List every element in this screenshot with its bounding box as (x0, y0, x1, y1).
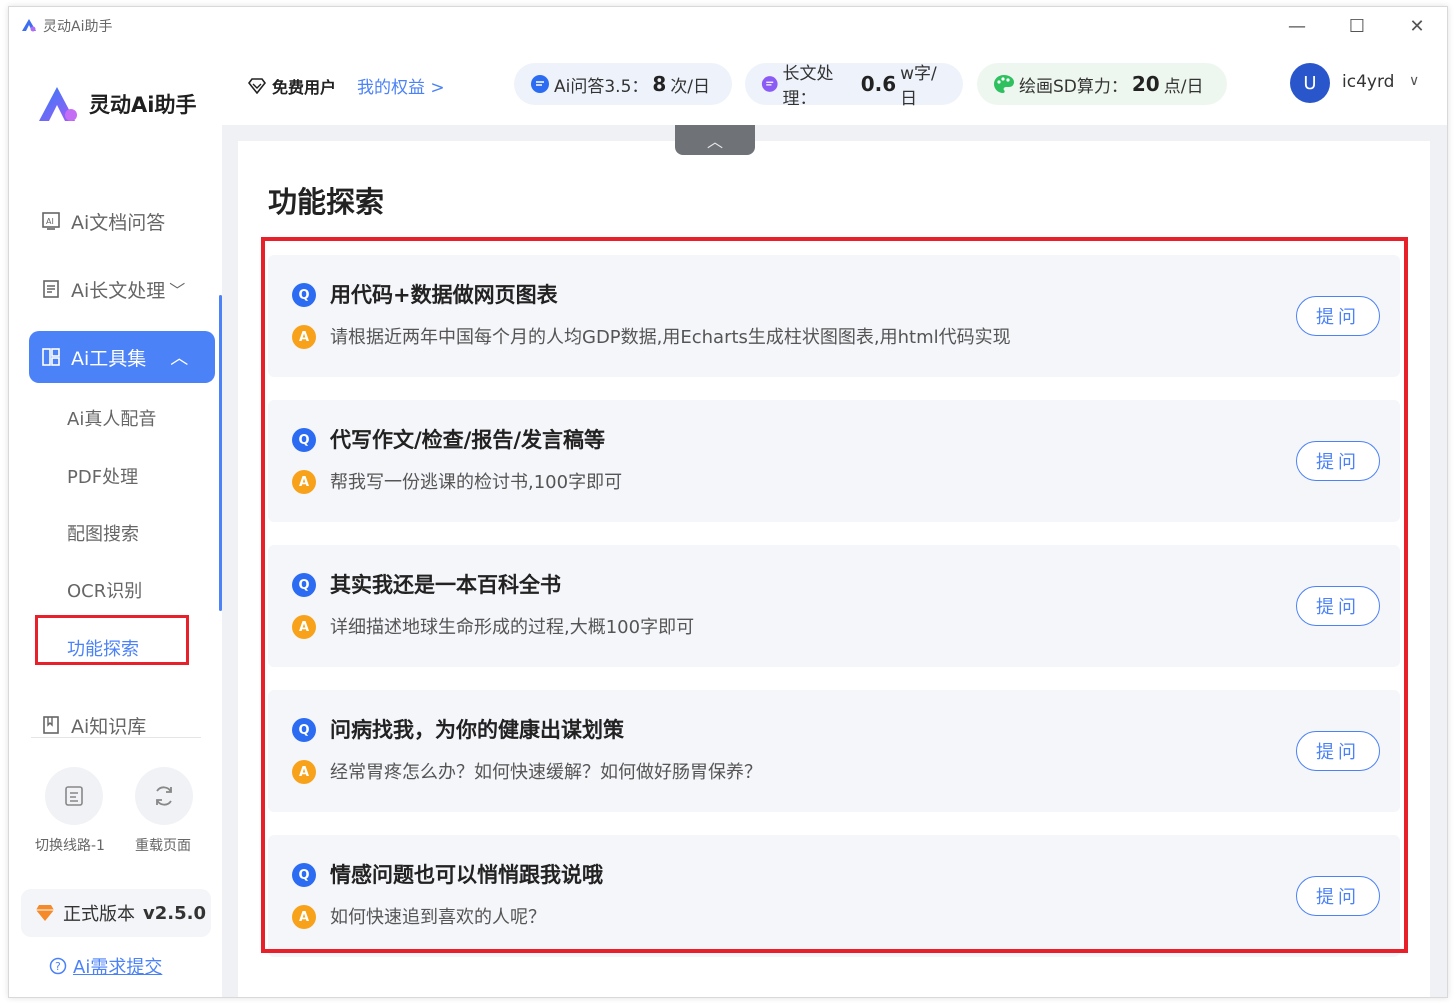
nav-doc-qa[interactable]: AI Ai文档问答 (29, 195, 215, 247)
window-title: 灵动Ai助手 (43, 19, 113, 35)
feedback-link[interactable]: ? Ai需求提交 (49, 953, 162, 979)
quota-draw-label: 绘画SD算力： (1019, 76, 1128, 97)
palette-icon (994, 75, 1014, 93)
brand-logo-icon (39, 87, 77, 121)
reload-page-button[interactable] (135, 767, 193, 825)
feedback-label: Ai需求提交 (73, 957, 163, 978)
chevron-down-icon: ﹀ (169, 281, 186, 300)
maximize-button[interactable]: ☐ (1335, 11, 1379, 41)
main-area: ︿ 功能探索 Q 用代码+数据做网页图表 A 请根据近两年中国每个月的人均GDP… (222, 125, 1447, 997)
chevron-up-icon: ︿ (706, 132, 723, 151)
sub-item-voice[interactable]: Ai真人配音 (67, 405, 156, 431)
switch-route-button[interactable] (45, 767, 103, 825)
version-number: v2.5.0 (143, 902, 206, 924)
chevron-down-icon[interactable]: ∨ (1409, 73, 1419, 89)
switch-route-label: 切换线路-1 (35, 838, 105, 854)
user-type-label: 免费用户 (272, 78, 337, 97)
chevron-up-icon: ︿ (170, 348, 189, 369)
close-button[interactable]: ✕ (1395, 11, 1439, 41)
help-circle-icon: ? (49, 957, 67, 975)
reload-page-label: 重载页面 (135, 838, 191, 854)
nav-ai-tools-label: Ai工具集 (71, 347, 147, 370)
quota-qa-value: 8 (652, 72, 667, 96)
my-rights-link[interactable]: 我的权益 > (357, 73, 445, 98)
sub-item-ocr[interactable]: OCR识别 (67, 577, 142, 603)
quota-draw-pill: 绘画SD算力： 20 点/日 (977, 63, 1227, 105)
svg-text:AI: AI (46, 217, 54, 226)
quota-qa-label: Ai问答3.5： (554, 76, 649, 97)
nav-knowledge-base[interactable]: Ai知识库 (29, 699, 215, 751)
nav-knowledge-base-label: Ai知识库 (71, 715, 147, 738)
version-badge: 正式版本 v2.5.0 (21, 889, 211, 937)
sidebar-divider (31, 737, 201, 738)
user-type: 免费用户 (248, 74, 336, 98)
sub-item-pdf[interactable]: PDF处理 (67, 463, 138, 489)
reload-icon (156, 786, 172, 806)
quota-longtext-unit: w字/日 (900, 64, 937, 109)
minimize-icon: — (1288, 15, 1306, 37)
quota-longtext-label: 长文处理： (782, 64, 834, 109)
chat-bubble-icon (531, 75, 549, 93)
quota-draw-value: 20 (1131, 72, 1160, 96)
explore-highlight-box (35, 615, 189, 665)
quota-longtext-value: 0.6 (860, 72, 897, 96)
quota-draw-unit: 点/日 (1163, 76, 1204, 97)
avatar[interactable]: U (1290, 63, 1330, 103)
sidebar: 灵动Ai助手 AI Ai文档问答 Ai长文处理 ﹀ Ai工具集 ︿ Ai真人配音… (9, 45, 222, 997)
cards-highlight-box (261, 237, 1408, 953)
collapse-header-button[interactable]: ︿ (675, 125, 755, 155)
quota-qa-unit: 次/日 (670, 76, 711, 97)
maximize-icon: ☐ (1348, 15, 1366, 37)
brand-name: 灵动Ai助手 (89, 93, 197, 117)
svg-text:?: ? (55, 960, 61, 973)
version-label: 正式版本 (63, 904, 135, 925)
nav-long-text[interactable]: Ai长文处理 ﹀ (29, 263, 215, 315)
close-icon: ✕ (1409, 15, 1425, 37)
book-icon (43, 716, 59, 734)
top-header: 免费用户 我的权益 > Ai问答3.5： 8 次/日 长文处理： 0.6 w字/… (222, 45, 1447, 125)
page-title: 功能探索 (268, 185, 385, 219)
file-icon (43, 280, 59, 298)
sub-item-image-search[interactable]: 配图搜索 (67, 520, 139, 546)
username[interactable]: ic4yrd (1342, 72, 1394, 92)
switch-route-icon (65, 786, 83, 806)
diamond-outline-icon (248, 78, 266, 94)
quota-longtext-pill: 长文处理： 0.6 w字/日 (745, 63, 963, 109)
nav-doc-qa-label: Ai文档问答 (71, 211, 166, 234)
app-logo-icon (22, 19, 36, 32)
minimize-button[interactable]: — (1275, 11, 1319, 41)
sidebar-logo: 灵动Ai助手 (37, 85, 196, 123)
doc-ai-icon: AI (42, 212, 60, 230)
grid-icon (42, 348, 60, 366)
title-bar: 灵动Ai助手 — ☐ ✕ (9, 7, 1447, 45)
app-window: 灵动Ai助手 — ☐ ✕ 灵动Ai助手 AI Ai文档问答 Ai长文处理 ﹀ A… (8, 6, 1448, 998)
nav-long-text-label: Ai长文处理 (71, 279, 166, 302)
document-bubble-icon (761, 76, 778, 92)
diamond-icon (36, 905, 54, 921)
nav-ai-tools[interactable]: Ai工具集 ︿ (29, 331, 215, 383)
content-panel: 功能探索 Q 用代码+数据做网页图表 A 请根据近两年中国每个月的人均GDP数据… (238, 141, 1430, 997)
quota-qa-pill: Ai问答3.5： 8 次/日 (514, 63, 732, 105)
